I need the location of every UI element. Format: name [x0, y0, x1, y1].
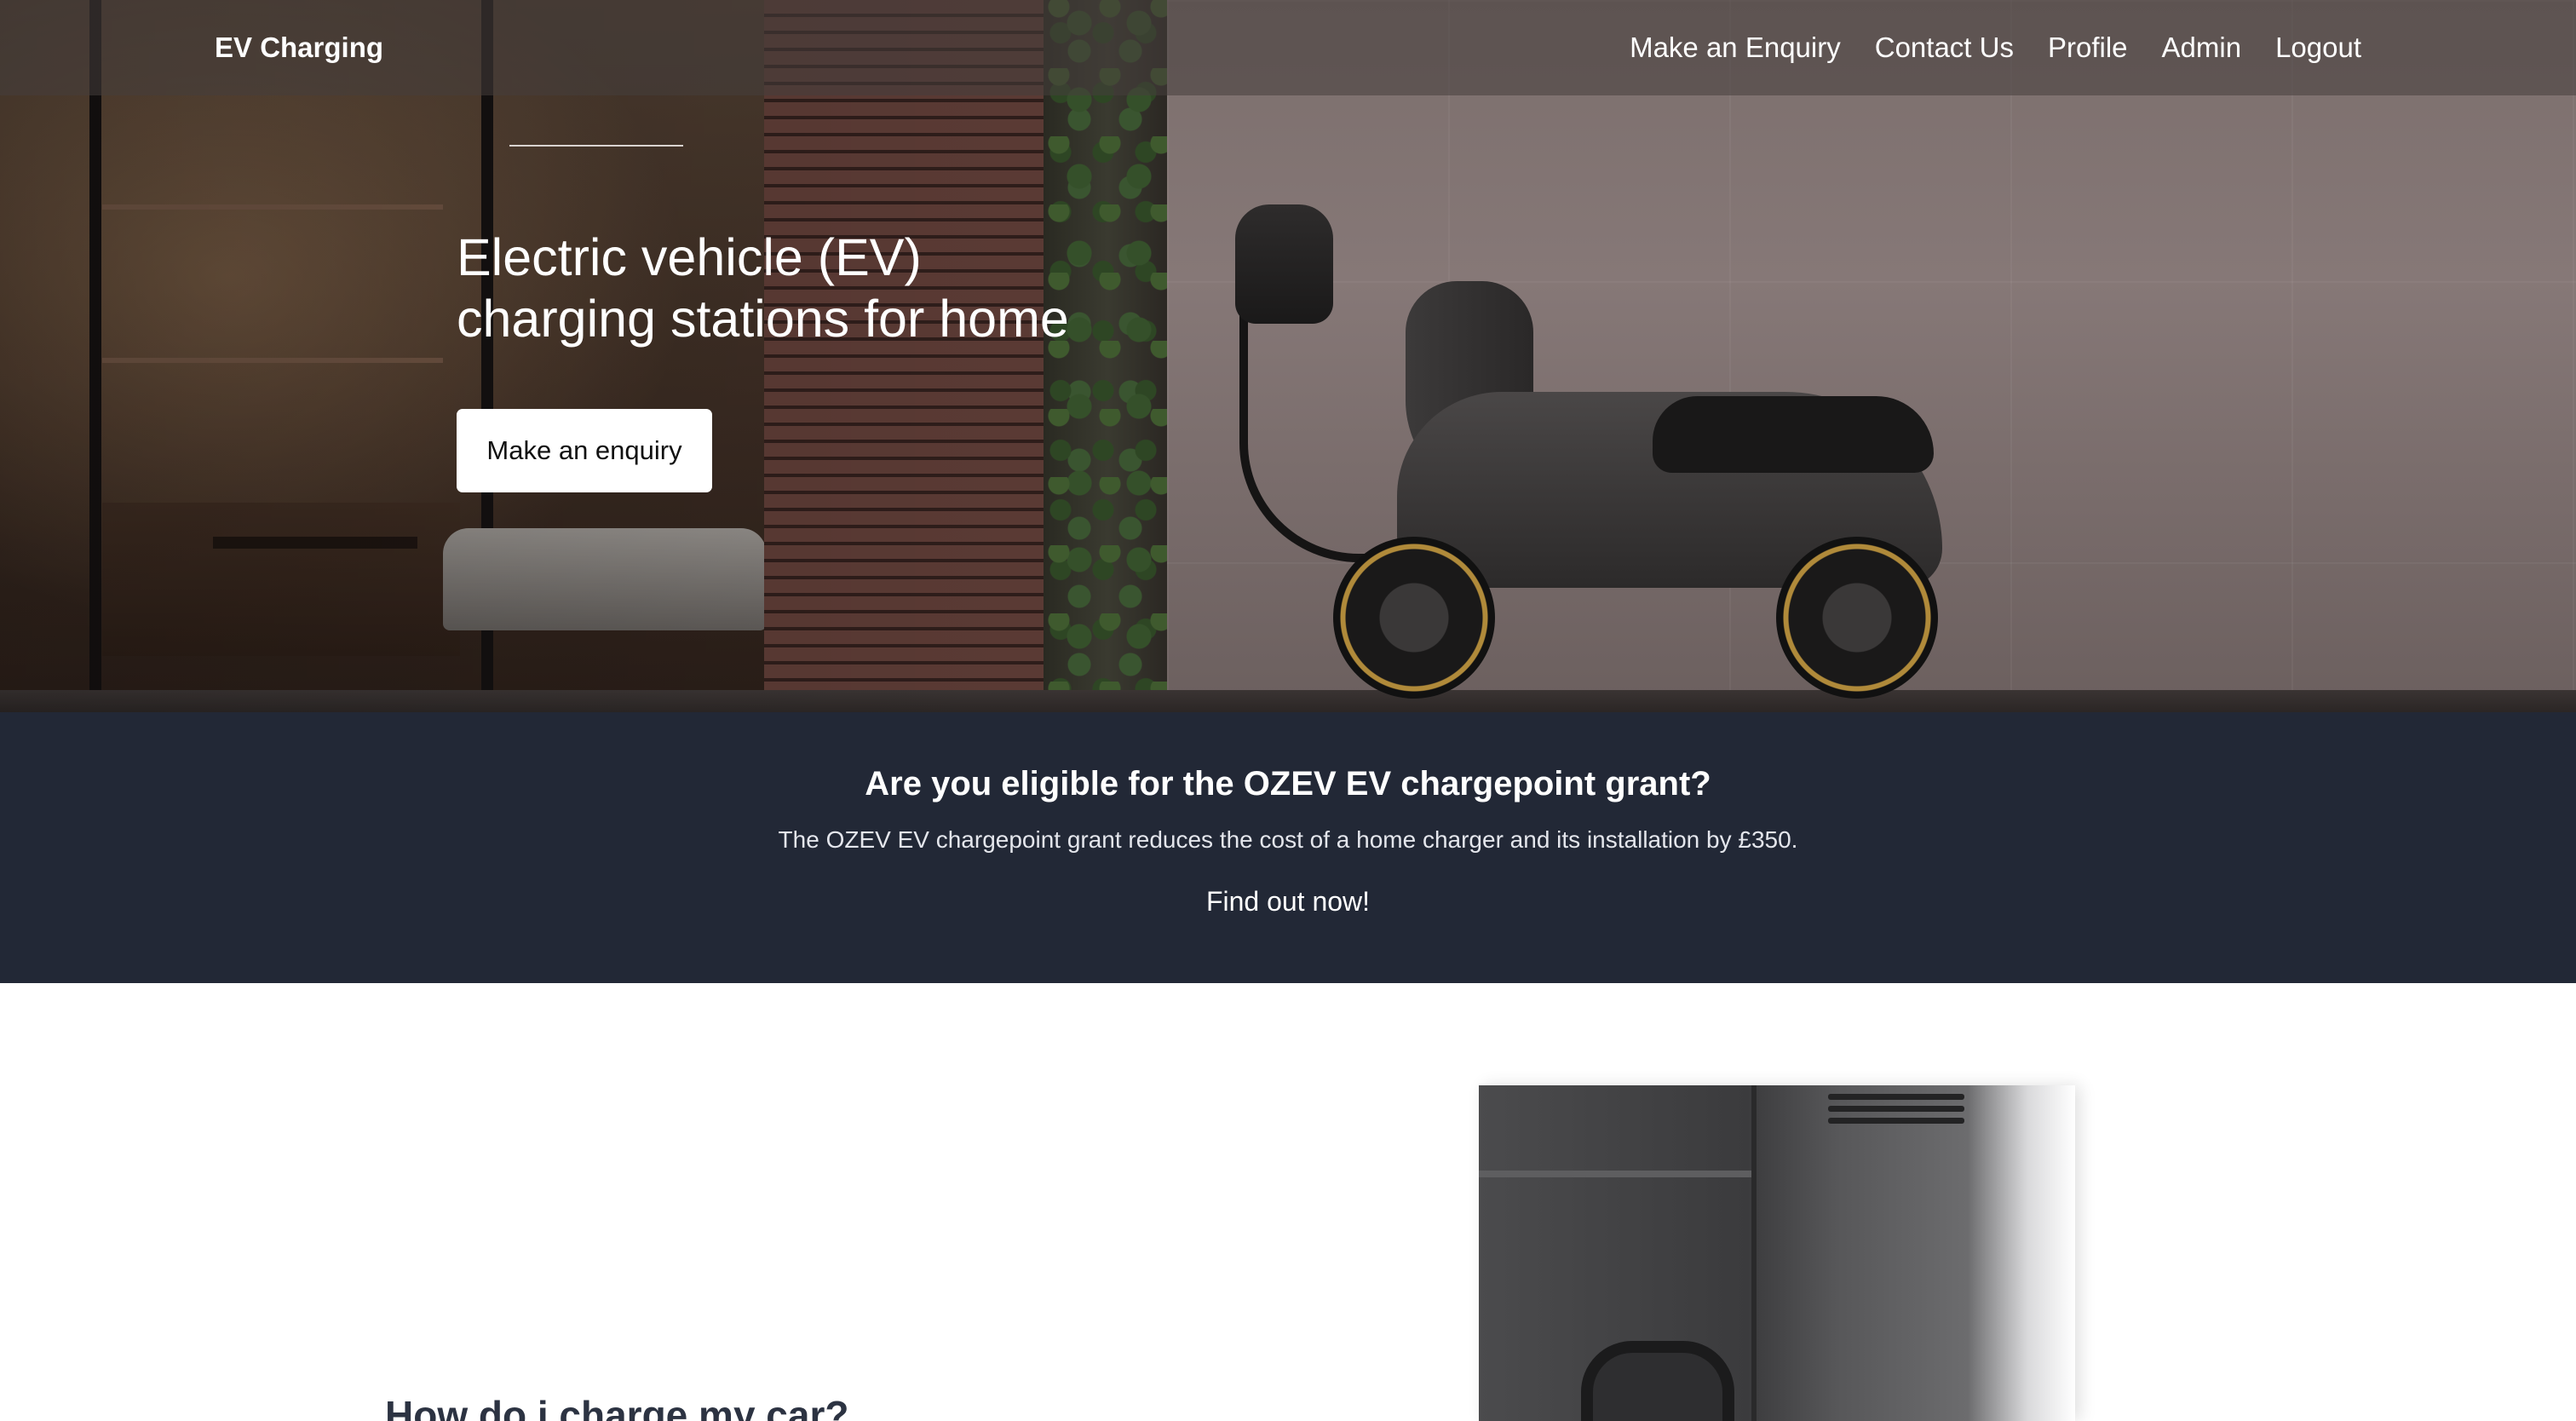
- top-navbar: EV Charging Make an Enquiry Contact Us P…: [0, 0, 2576, 95]
- nav-link-profile[interactable]: Profile: [2048, 32, 2128, 64]
- nav-link-logout[interactable]: Logout: [2275, 32, 2361, 64]
- hero-title-line2: charging stations for home: [457, 290, 1069, 348]
- nav-link-contact-us[interactable]: Contact Us: [1875, 32, 2014, 64]
- nav-link-make-enquiry[interactable]: Make an Enquiry: [1630, 32, 1841, 64]
- hero-divider: [509, 145, 683, 147]
- hero-title-line1: Electric vehicle (EV): [457, 228, 922, 286]
- vent-line: [1828, 1094, 1964, 1100]
- grant-description: The OZEV EV chargepoint grant reduces th…: [778, 826, 1798, 853]
- hero-overlay: [0, 0, 2576, 712]
- nav-link-admin[interactable]: Admin: [2162, 32, 2242, 64]
- how-to-charge-section: How do i charge my car?: [0, 983, 2576, 1421]
- hero-title: Electric vehicle (EV) charging stations …: [457, 227, 1223, 349]
- grant-banner: Are you eligible for the OZEV EV chargep…: [0, 712, 2576, 983]
- make-enquiry-button[interactable]: Make an enquiry: [457, 409, 712, 492]
- photo-column: [1751, 1085, 1757, 1421]
- vent-line: [1828, 1106, 1964, 1112]
- brand-link[interactable]: EV Charging: [215, 32, 383, 64]
- vent-line: [1828, 1118, 1964, 1124]
- grant-title: Are you eligible for the OZEV EV chargep…: [865, 765, 1711, 803]
- charger-photo: [1479, 1085, 2075, 1421]
- nav-links: Make an Enquiry Contact Us Profile Admin…: [1630, 32, 2361, 64]
- photo-ledge: [1479, 1171, 1751, 1177]
- section-heading: How do i charge my car?: [385, 1393, 849, 1421]
- hero-banner: Electric vehicle (EV) charging stations …: [0, 0, 2576, 712]
- charger-device: [1581, 1341, 1734, 1421]
- find-out-now-link[interactable]: Find out now!: [1118, 886, 1458, 918]
